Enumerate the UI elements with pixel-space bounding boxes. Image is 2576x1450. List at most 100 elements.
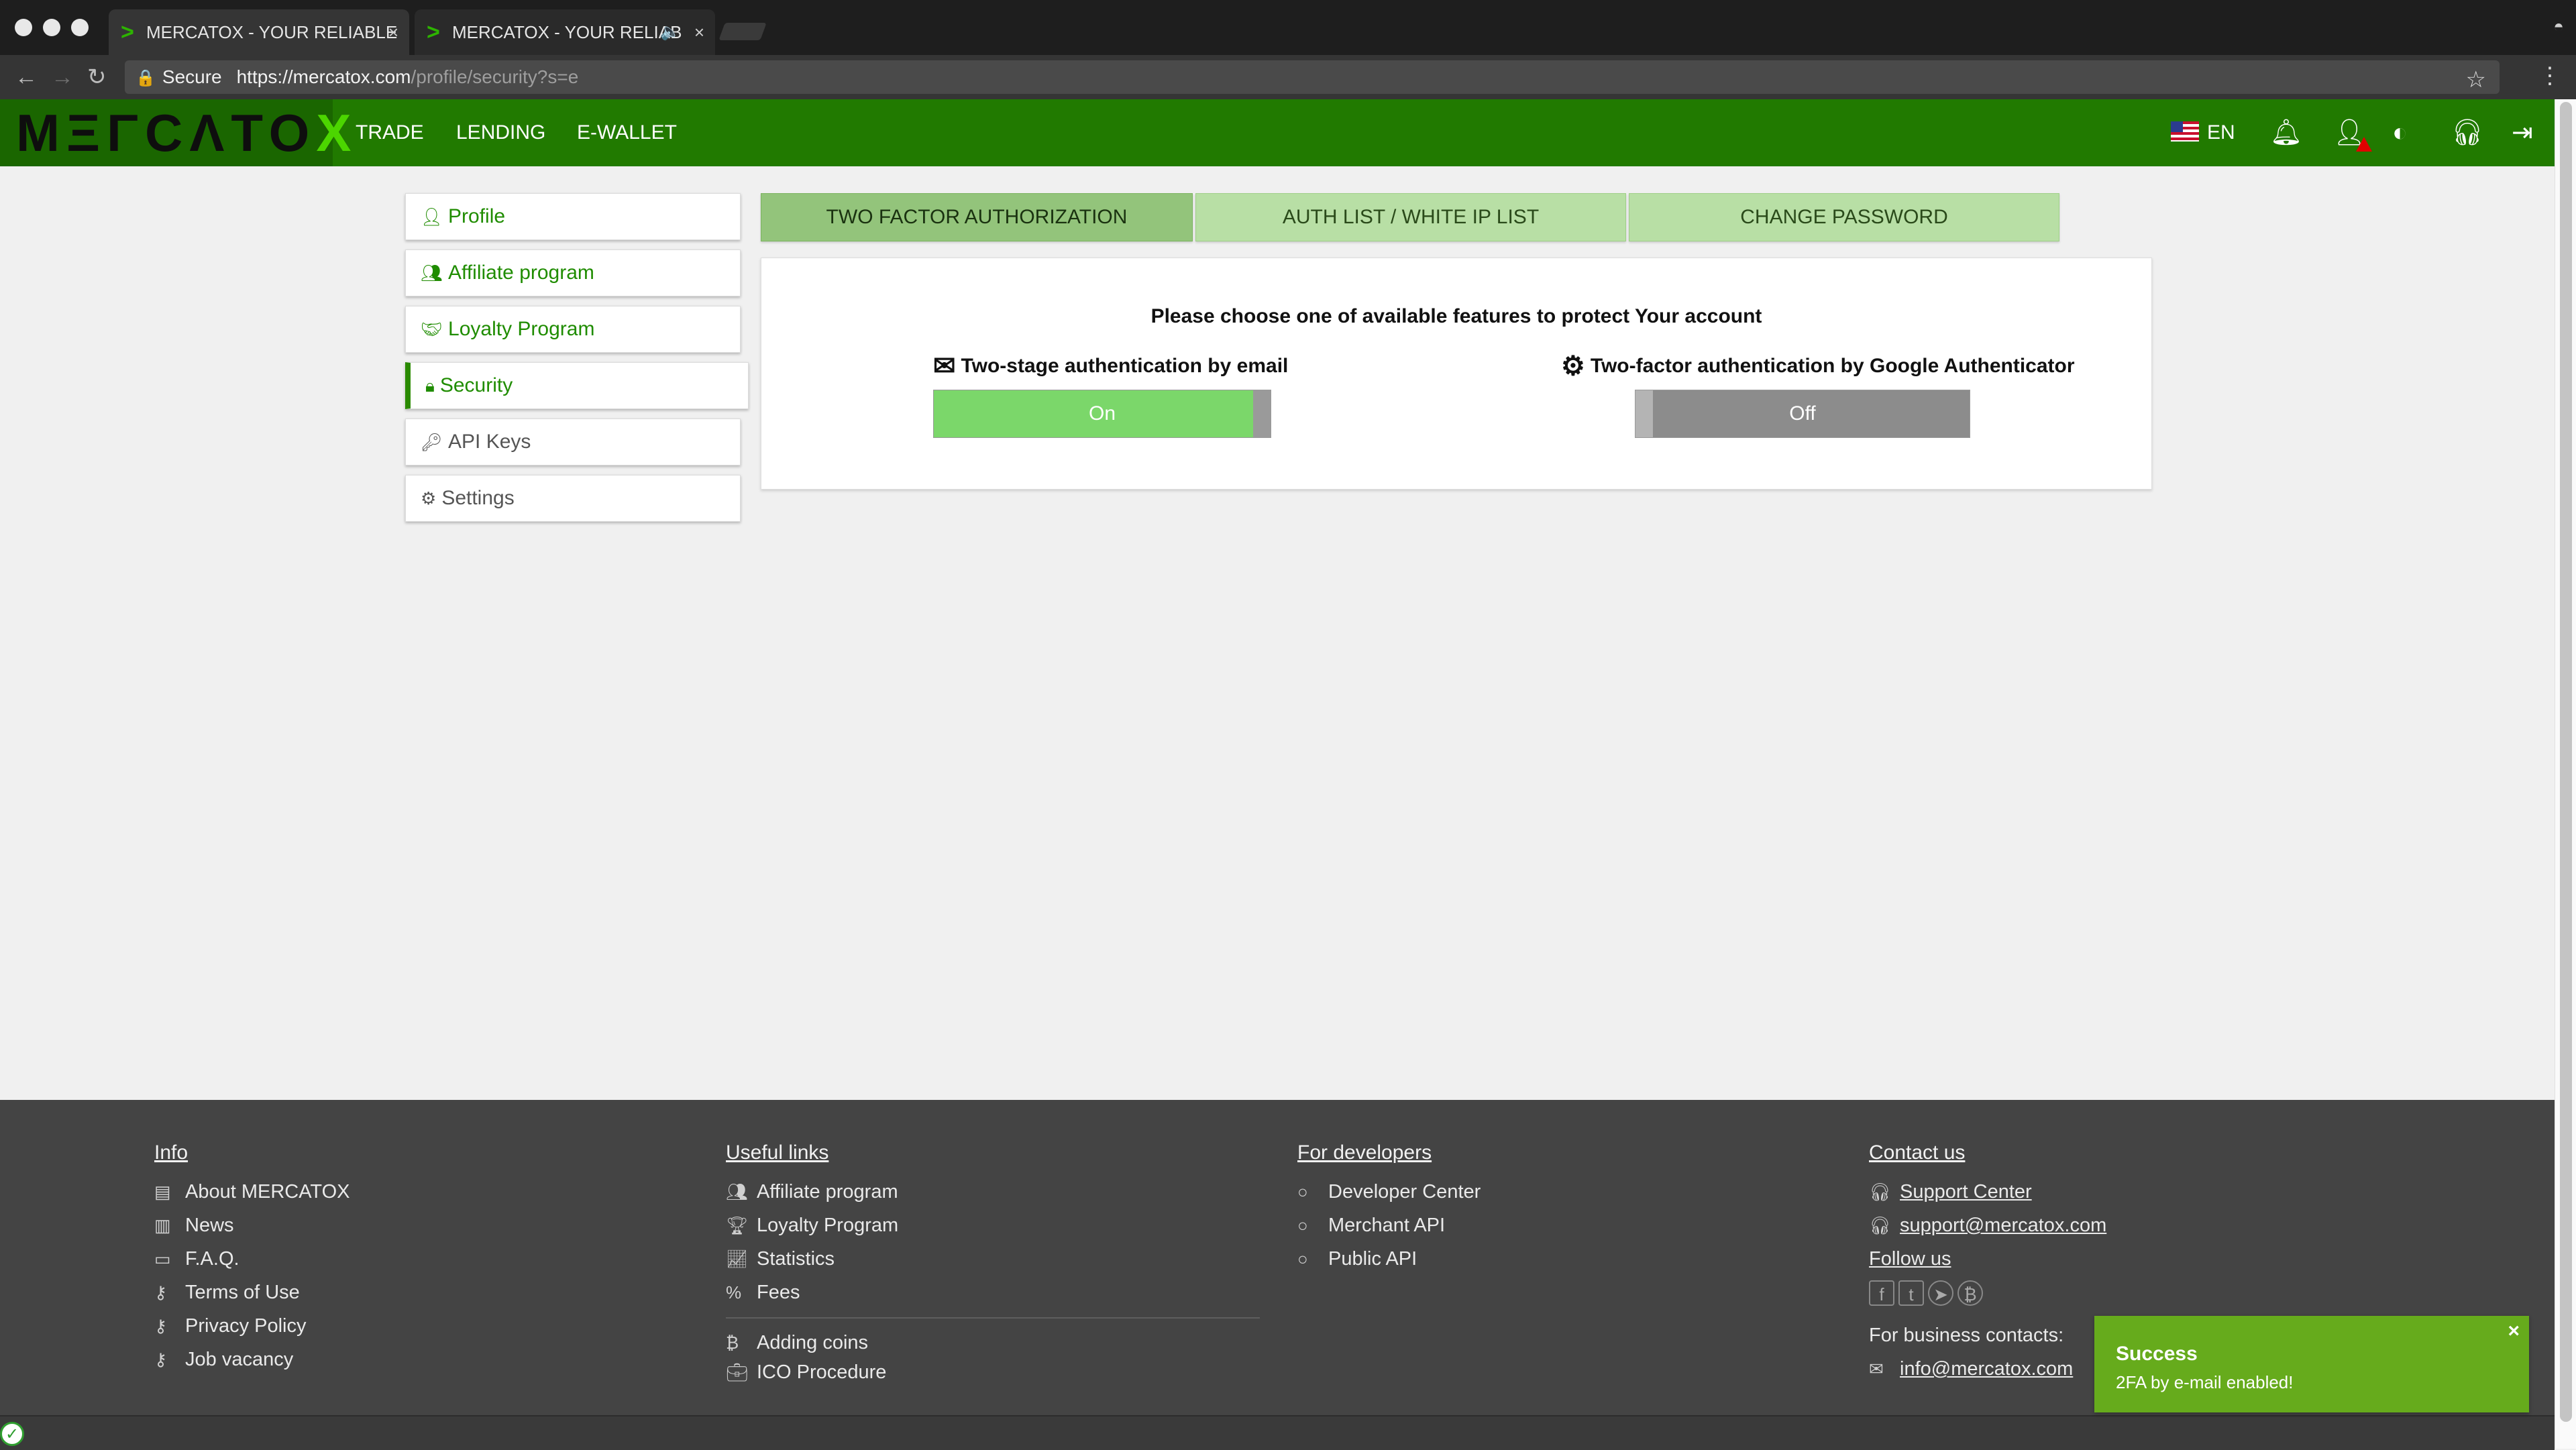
footer-link-ico[interactable]: 💼︎ ICO Procedure (726, 1357, 1260, 1387)
footer-link-terms[interactable]: ⚷ Terms of Use (154, 1276, 350, 1309)
footer-link-label: Public API (1328, 1248, 1417, 1270)
scrollbar-thumb[interactable] (2560, 102, 2572, 1422)
toggle-knob[interactable] (1253, 390, 1271, 437)
footer-link-label: Developer Center (1328, 1181, 1481, 1203)
nav-trade[interactable]: TRADE (356, 99, 424, 166)
bell-icon[interactable]: 🔔︎ (2270, 99, 2302, 166)
sidebar-item-profile[interactable]: 👤︎ Profile (405, 193, 741, 240)
mercatox-favicon-icon: > (427, 19, 440, 45)
google-auth-text: Two-factor authentication by Google Auth… (1590, 355, 2075, 377)
logout-icon[interactable]: ⇥ (2512, 99, 2533, 166)
sidebar-item-label: Profile (448, 205, 506, 227)
footer-link-news[interactable]: ▥ News (154, 1209, 350, 1242)
contrast-toggle-icon[interactable]: ◐ (2392, 99, 2408, 166)
footer-info-title[interactable]: Info (154, 1141, 350, 1175)
new-tab-button[interactable] (718, 23, 767, 40)
headset-icon: 🎧︎ (1869, 1182, 1892, 1202)
telegram-icon[interactable]: ➤ (1928, 1280, 1953, 1306)
gear-icon: ⚙︎ (1561, 351, 1585, 381)
footer-link-public-api[interactable]: ○ Public API (1297, 1242, 1481, 1276)
email-auth-text: Two-stage authentication by email (961, 355, 1289, 377)
footer-link-about[interactable]: ▤ About MERCATOX (154, 1175, 350, 1209)
sidebar-item-loyalty[interactable]: 🤝︎ Loyalty Program (405, 306, 741, 353)
footer-link-label: support@mercatox.com (1900, 1215, 2107, 1236)
facebook-icon[interactable]: f (1869, 1280, 1894, 1306)
sidebar-item-label: Security (439, 374, 513, 396)
footer-link-faq[interactable]: ▭ F.A.Q. (154, 1242, 350, 1276)
check-circle-icon: ✓ (0, 1422, 24, 1446)
support-headset-icon[interactable]: 🎧︎ (2451, 99, 2483, 166)
percent-icon: % (726, 1282, 742, 1302)
footer-link-support-center[interactable]: 🎧︎ Support Center (1869, 1175, 2106, 1209)
url-bar[interactable]: 🔒 Secure https://mercatox.com/profile/secu… (125, 60, 2500, 94)
footer-link-adding-coins[interactable]: ₿ Adding coins (726, 1328, 1260, 1357)
sidebar-item-affiliate[interactable]: 👥︎ Affiliate program (405, 249, 741, 296)
tab-auth-list[interactable]: AUTH LIST / WHITE IP LIST (1195, 193, 1626, 241)
browser-tab-title: MERCATOX - YOUR RELIAB (452, 22, 682, 42)
footer-link-label: Adding coins (757, 1332, 869, 1353)
footer-link-business-email[interactable]: ✉ info@mercatox.com (1869, 1352, 2106, 1386)
circle-icon: ○ (1297, 1182, 1308, 1202)
footer-link-fees[interactable]: % Fees (726, 1276, 1260, 1309)
tab-two-factor-authorization[interactable]: TWO FACTOR AUTHORIZATION (761, 193, 1193, 241)
sidebar-item-security[interactable]: 🔒︎ Security (405, 362, 749, 409)
email-auth-toggle[interactable]: On (933, 390, 1271, 438)
footer-follow-us[interactable]: Follow us (1869, 1242, 2106, 1276)
toggle-knob[interactable] (1635, 390, 1653, 437)
us-flag-icon[interactable] (2171, 121, 2199, 142)
browser-menu-icon[interactable]: ⋮ (2538, 63, 2561, 89)
back-arrow-icon[interactable]: ← (15, 64, 38, 90)
footer-link-jobs[interactable]: ⚷ Job vacancy (154, 1343, 350, 1376)
two-factor-panel: Please choose one of available features … (761, 258, 2152, 490)
google-auth-toggle[interactable]: Off (1635, 390, 1970, 438)
footer-developers-title[interactable]: For developers (1297, 1141, 1481, 1175)
browser-toolbar: ← → ↻ 🔒 Secure https://mercatox.com/profil… (0, 55, 2576, 99)
browser-tab-1[interactable]: > MERCATOX - YOUR RELIABLE × (109, 9, 409, 55)
footer-contact-title[interactable]: Contact us (1869, 1141, 2106, 1175)
forward-arrow-icon[interactable]: → (51, 64, 74, 90)
toast-message: 2FA by e-mail enabled! (2116, 1372, 2294, 1392)
sidebar-item-label: Affiliate program (448, 262, 594, 284)
tab-close-icon[interactable]: × (694, 9, 704, 55)
key-icon: ⚷ (154, 1349, 168, 1370)
tab-change-password[interactable]: CHANGE PASSWORD (1629, 193, 2059, 241)
footer-link-loyalty[interactable]: 🏆︎ Loyalty Program (726, 1209, 1260, 1242)
twitter-icon[interactable]: t (1898, 1280, 1924, 1306)
success-toast[interactable]: Success 2FA by e-mail enabled! × (2094, 1316, 2529, 1412)
logo-text: MΞΓCΛTO (16, 103, 317, 162)
warning-badge-icon (2356, 137, 2372, 152)
footer-link-affiliate[interactable]: 👥︎ Affiliate program (726, 1175, 1260, 1209)
reload-icon[interactable]: ↻ (87, 64, 107, 90)
bitcointalk-icon[interactable]: ₿ (1957, 1280, 1983, 1306)
footer-link-privacy[interactable]: ⚷ Privacy Policy (154, 1309, 350, 1343)
audio-playing-icon[interactable]: 🔈 (660, 9, 680, 55)
sidebar-item-api-keys[interactable]: 🔑︎ API Keys (405, 419, 741, 465)
tab-close-icon[interactable]: × (388, 9, 398, 55)
footer-contact-column: Contact us 🎧︎ Support Center 🎧︎ support@me… (1869, 1141, 2106, 1386)
sidebar-item-settings[interactable]: ⚙︎ Settings (405, 475, 741, 522)
toast-close-icon[interactable]: × (2508, 1320, 2520, 1343)
user-icon[interactable]: 👤︎ (2333, 99, 2365, 166)
logo-x: X (316, 103, 358, 162)
bookmark-star-icon[interactable]: ☆ (2466, 63, 2486, 97)
footer-link-developer-center[interactable]: ○ Developer Center (1297, 1175, 1481, 1209)
footer-link-label: info@mercatox.com (1900, 1358, 2074, 1380)
mercatox-logo[interactable]: MΞΓCΛTOX (0, 99, 351, 166)
nav-lending[interactable]: LENDING (456, 99, 545, 166)
footer-link-support-email[interactable]: 🎧︎ support@mercatox.com (1869, 1209, 2106, 1242)
envelope-icon: ✉ (933, 351, 956, 381)
secure-label: Secure (162, 66, 222, 87)
footer-useful-column: Useful links 👥︎ Affiliate program 🏆︎ Loyal… (726, 1141, 1260, 1387)
browser-tab-2[interactable]: > MERCATOX - YOUR RELIAB 🔈 × (415, 9, 715, 55)
language-selector[interactable]: EN (2207, 99, 2235, 166)
nav-e-wallet[interactable]: E-WALLET (577, 99, 677, 166)
window-minimize-dot[interactable] (43, 19, 60, 36)
footer-link-merchant-api[interactable]: ○ Merchant API (1297, 1209, 1481, 1242)
footer-link-statistics[interactable]: 📈︎ Statistics (726, 1242, 1260, 1276)
footer-useful-title[interactable]: Useful links (726, 1141, 1260, 1175)
email-auth-label: ✉ Two-stage authentication by email (933, 351, 1288, 382)
footer-bottom-bar (0, 1415, 2555, 1450)
window-zoom-dot[interactable] (71, 19, 89, 36)
footer-link-label: Statistics (757, 1248, 835, 1270)
window-close-dot[interactable] (15, 19, 32, 36)
